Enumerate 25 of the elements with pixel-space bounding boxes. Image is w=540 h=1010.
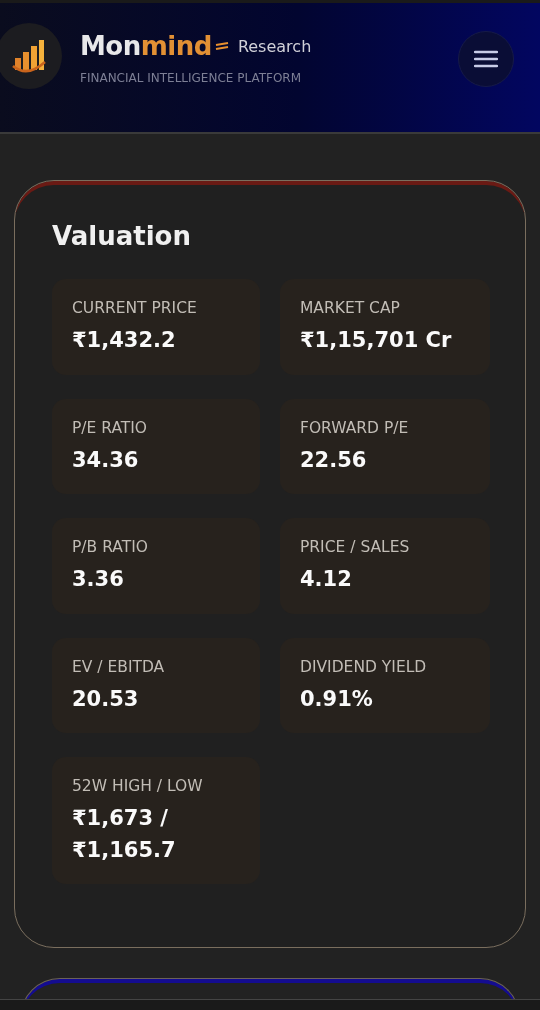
metric-value: ₹1,673 / ₹1,165.7 [72, 805, 177, 864]
menu-button[interactable] [458, 31, 514, 87]
metric-label: DIVIDEND YIELD [300, 657, 428, 676]
metric-value: 20.53 [72, 685, 140, 713]
metric-value: 0.91% [300, 685, 374, 713]
metric-label: CURRENT PRICE [72, 299, 198, 317]
metric-value: 22.56 [300, 446, 368, 474]
brand-name: Monmind [80, 31, 212, 61]
metric-label: EV / EBITDA [72, 657, 166, 676]
metric-value: 34.36 [72, 446, 140, 474]
tagline: FINANCIAL INTELLIGENCE PLATFORM [80, 71, 303, 85]
section-title: Valuation [52, 221, 192, 251]
metric-value: 3.36 [72, 566, 125, 593]
metric-label: MARKET CAP [300, 299, 401, 317]
swoosh-icon [214, 42, 229, 50]
brand-suffix: Research [237, 36, 312, 56]
metric-label: P/B RATIO [72, 538, 149, 556]
metric-value: ₹1,432.2 [72, 327, 177, 354]
metric-value: ₹1,15,701 Cr [300, 327, 453, 354]
metric-label: PRICE / SALES [300, 538, 411, 556]
metric-value: 4.12 [300, 566, 353, 593]
metric-label: P/E RATIO [72, 418, 149, 437]
metric-label: 52W HIGH / LOW [72, 777, 204, 795]
menu-icon [474, 50, 498, 68]
metric-label: FORWARD P/E [300, 418, 410, 437]
